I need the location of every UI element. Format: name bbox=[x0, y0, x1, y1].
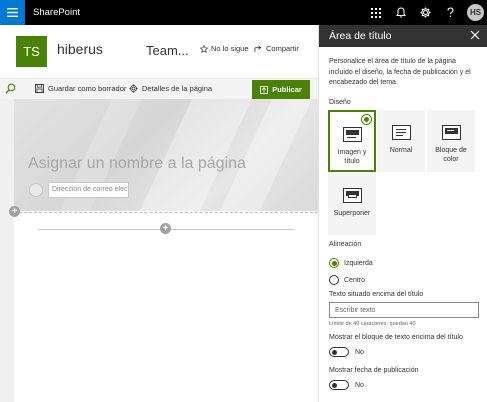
search-icon[interactable] bbox=[5, 83, 16, 94]
panel-description: Personalice el área de título de la pági… bbox=[329, 58, 471, 86]
layout-label: Diseño bbox=[329, 99, 351, 106]
waffle-button[interactable] bbox=[0, 0, 25, 25]
gear-icon bbox=[420, 7, 431, 18]
save-draft-button[interactable]: Guardar como borrador bbox=[35, 84, 126, 93]
alignment-left-label: Izquierda bbox=[344, 259, 373, 267]
help-icon bbox=[447, 7, 454, 17]
show-topic-label: Mostrar el bloque de texto encima del tí… bbox=[329, 334, 463, 341]
check-icon bbox=[361, 114, 372, 125]
panel-header: Área de título bbox=[319, 25, 487, 47]
title-area-panel: Área de título Personalice el área de tí… bbox=[318, 25, 487, 402]
show-topic-toggle[interactable] bbox=[329, 347, 349, 357]
show-date-toggle[interactable] bbox=[329, 380, 349, 390]
section-divider bbox=[14, 212, 318, 213]
layout-color-block[interactable]: Bloque de color bbox=[427, 110, 475, 172]
alignment-center-label: Centro bbox=[344, 276, 366, 284]
topic-text-input[interactable]: Escribir texto bbox=[329, 302, 479, 318]
publish-label: Publicar bbox=[272, 85, 302, 94]
page-details-button[interactable]: Detalles de la página bbox=[129, 84, 212, 93]
layout-color-block-icon bbox=[441, 125, 461, 140]
save-icon bbox=[35, 84, 44, 93]
author-avatar bbox=[29, 183, 43, 197]
author-email-input[interactable]: Dirección de correo elect bbox=[48, 182, 129, 198]
radio-center[interactable] bbox=[329, 275, 339, 285]
alignment-left-option[interactable]: Izquierda bbox=[329, 258, 373, 268]
help-button[interactable] bbox=[438, 0, 463, 25]
publish-icon bbox=[260, 85, 269, 94]
char-limit-text: Límite de 40 caracteres: quedan 40 bbox=[329, 321, 416, 327]
share-icon bbox=[254, 45, 262, 52]
alignment-center-option[interactable]: Centro bbox=[329, 275, 365, 285]
topic-label: Texto situado encima del título bbox=[329, 291, 424, 298]
page-canvas: Asignar un nombre a la página Dirección … bbox=[0, 99, 318, 402]
layout-overlap-icon bbox=[342, 188, 362, 203]
publish-button[interactable]: Publicar bbox=[252, 80, 310, 99]
suite-bar: SharePoint HS bbox=[0, 0, 487, 25]
apps-icon bbox=[370, 7, 381, 18]
save-draft-label: Guardar como borrador bbox=[48, 84, 127, 93]
site-name[interactable]: hiberus bbox=[57, 41, 103, 57]
follow-button[interactable]: No lo sigue bbox=[200, 44, 249, 53]
show-topic-value: No bbox=[355, 348, 364, 356]
page-title-input[interactable]: Asignar un nombre a la página bbox=[28, 155, 246, 173]
share-label: Compartir bbox=[266, 44, 299, 53]
command-bar: Guardar como borrador Detalles de la pág… bbox=[0, 78, 318, 99]
star-icon bbox=[200, 44, 208, 53]
share-button[interactable]: Compartir bbox=[254, 44, 299, 53]
layout-image-title[interactable]: Imagen y título bbox=[328, 110, 376, 172]
settings-button[interactable] bbox=[413, 0, 438, 25]
layout-normal-icon bbox=[391, 125, 411, 140]
user-avatar[interactable]: HS bbox=[467, 4, 484, 21]
apps-button[interactable] bbox=[363, 0, 388, 25]
layout-overlap[interactable]: Superponer bbox=[328, 173, 376, 235]
alignment-label: Alineación bbox=[329, 241, 362, 248]
app-brand[interactable]: SharePoint bbox=[33, 7, 80, 18]
page-details-label: Detalles de la página bbox=[142, 84, 213, 93]
bell-icon bbox=[395, 7, 406, 18]
add-webpart-button[interactable]: + bbox=[160, 223, 171, 234]
show-date-value: No bbox=[355, 381, 364, 389]
gear-icon bbox=[129, 84, 138, 93]
notifications-button[interactable] bbox=[388, 0, 413, 25]
layout-color-block-label: Bloque de color bbox=[435, 147, 467, 163]
waffle-icon bbox=[7, 8, 18, 17]
layout-overlap-label: Superponer bbox=[333, 210, 371, 217]
close-icon[interactable] bbox=[470, 30, 480, 40]
layout-normal[interactable]: Normal bbox=[377, 110, 425, 172]
show-date-label: Mostrar fecha de publicación bbox=[329, 367, 419, 374]
site-team-link[interactable]: Team... bbox=[146, 43, 189, 58]
show-date-toggle-row[interactable]: No bbox=[329, 380, 364, 390]
site-header: TS hiberus Team... No lo sigue Compartir bbox=[0, 25, 318, 77]
layout-image-title-icon bbox=[342, 127, 362, 142]
panel-title: Área de título bbox=[329, 30, 392, 42]
add-section-button[interactable]: + bbox=[9, 206, 20, 217]
radio-left[interactable] bbox=[329, 258, 339, 268]
site-logo[interactable]: TS bbox=[16, 36, 47, 67]
layout-normal-label: Normal bbox=[389, 147, 413, 154]
layout-image-title-label: Imagen y título bbox=[337, 149, 367, 165]
show-topic-toggle-row[interactable]: No bbox=[329, 347, 364, 357]
follow-label: No lo sigue bbox=[211, 44, 249, 53]
